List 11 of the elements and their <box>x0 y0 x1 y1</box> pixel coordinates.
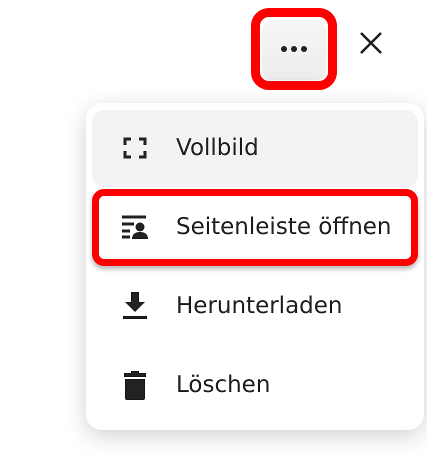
menu-item[interactable]: Vollbild <box>92 110 418 187</box>
menu-item[interactable]: Löschen <box>92 346 418 423</box>
close-icon <box>359 30 383 54</box>
more-button[interactable] <box>263 20 325 78</box>
menu-item[interactable]: Herunterladen <box>92 268 418 344</box>
fullscreen-icon <box>123 137 147 160</box>
more-icon <box>281 46 307 52</box>
menu-item[interactable]: Seitenleiste öffnen <box>92 188 418 266</box>
download-icon <box>122 292 148 320</box>
trash-icon <box>123 370 147 400</box>
sidebar-person-icon <box>121 215 149 240</box>
